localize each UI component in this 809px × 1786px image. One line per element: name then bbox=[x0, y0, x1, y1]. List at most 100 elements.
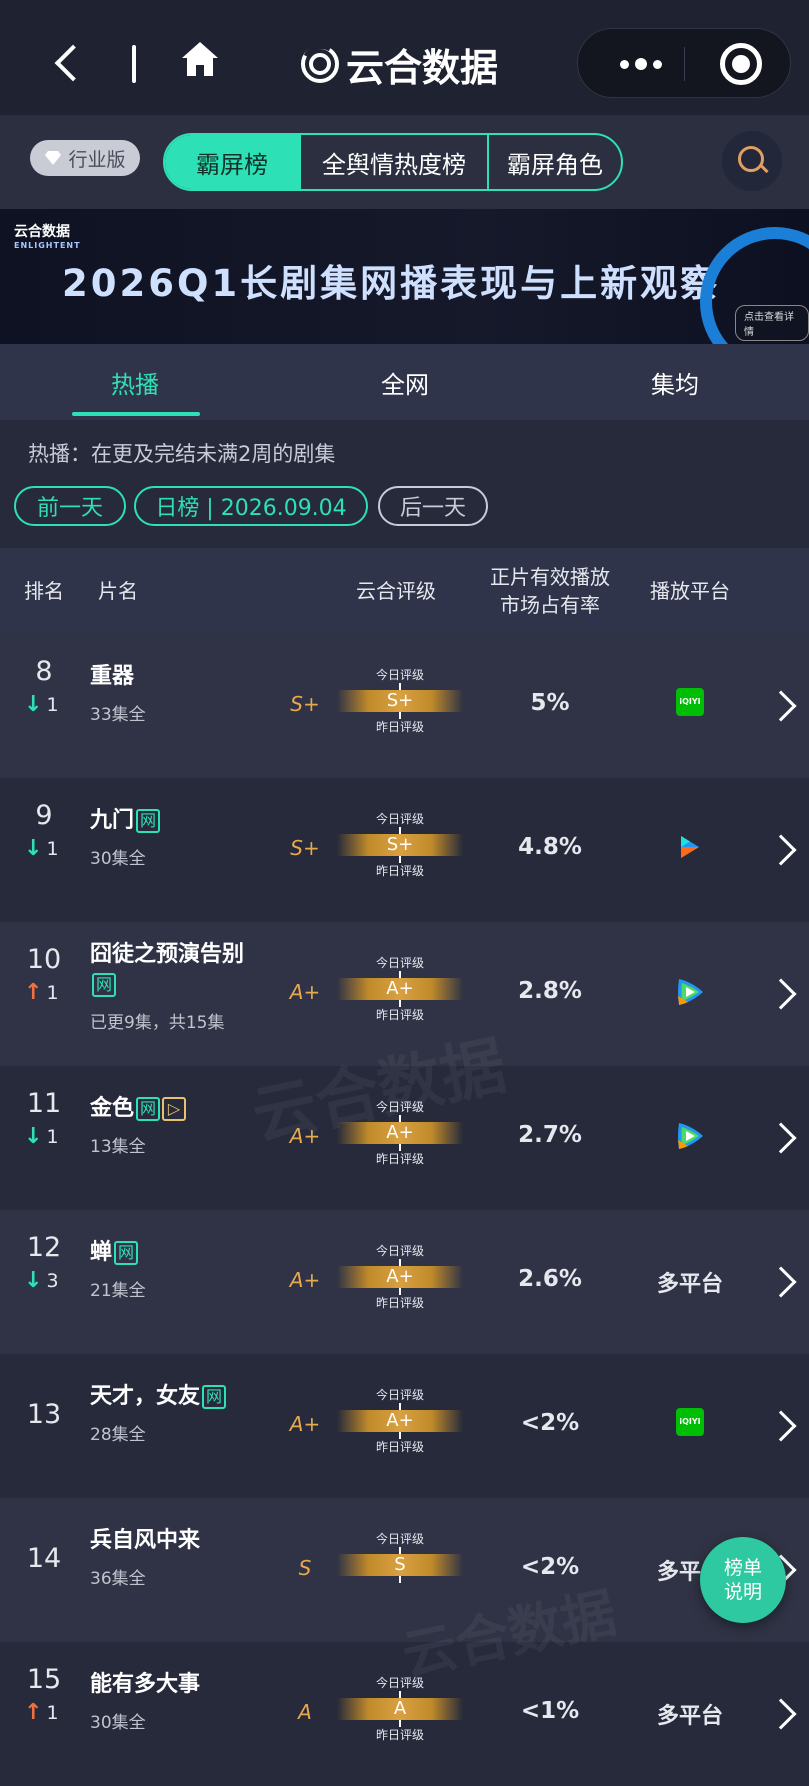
prev-day-button[interactable]: 前一天 bbox=[14, 486, 126, 526]
banner-title: 2026Q1长剧集网播表现与上新观察 bbox=[62, 262, 721, 305]
drama-title[interactable]: 金色网 ▷ bbox=[90, 1094, 275, 1124]
chevron-right-icon[interactable] bbox=[765, 1698, 797, 1730]
today-grade-label: 今日评级 bbox=[375, 812, 424, 826]
ranking-segmented-control: 霸屏榜 全舆情热度榜 霸屏角色 bbox=[163, 133, 623, 191]
rank-change-value: 1 bbox=[46, 1125, 59, 1148]
banner-logo: 云合数据 ENLIGHTENT bbox=[14, 224, 81, 250]
table-row[interactable]: 13 天才，女友网 28集全 A+ 今日评级 A+ 昨日评级 <2% iQIYI bbox=[0, 1354, 809, 1498]
header-platform: 播放平台 bbox=[650, 579, 730, 603]
grade-bar-value: A+ bbox=[337, 1266, 463, 1288]
web-drama-badge: 网 bbox=[136, 809, 161, 833]
market-share: 2.6% bbox=[518, 1266, 582, 1292]
arrow-up-icon: ↑ bbox=[24, 980, 43, 1005]
grade-bar-value: A+ bbox=[337, 1410, 463, 1432]
grade-label: S+ bbox=[290, 692, 320, 716]
episode-info: 33集全 bbox=[90, 705, 146, 725]
ranking-type-bar: 行业版 霸屏榜 全舆情热度榜 霸屏角色 bbox=[0, 115, 809, 209]
drama-title[interactable]: 重器 bbox=[90, 662, 275, 692]
industry-edition-badge[interactable]: 行业版 bbox=[30, 140, 140, 176]
title-cell: 蝉网 21集全 bbox=[90, 1238, 275, 1301]
ranking-description: 热播：在更及完结未满2周的剧集 bbox=[28, 442, 336, 466]
episode-info: 28集全 bbox=[90, 1425, 146, 1445]
yesterday-grade-label: 昨日评级 bbox=[375, 1440, 424, 1454]
chevron-right-icon[interactable] bbox=[765, 1266, 797, 1298]
home-icon[interactable] bbox=[180, 40, 230, 88]
grade-bar-value: A+ bbox=[337, 978, 463, 1000]
arrow-down-icon: ↓ bbox=[24, 1124, 43, 1149]
table-row[interactable]: 15 ↑ 1 能有多大事 30集全 A 今日评级 A 昨日评级 <1% 多平台 bbox=[0, 1642, 809, 1786]
table-row[interactable]: 14 兵自风中来 36集全 S 今日评级 S <2% 多平台 bbox=[0, 1498, 809, 1642]
rank-change-value: 1 bbox=[46, 1701, 59, 1724]
title-cell: 金色网 ▷ 13集全 bbox=[90, 1094, 275, 1157]
drama-title-text: 天才，女友 bbox=[90, 1384, 201, 1409]
rank-change: ↓ 3 bbox=[24, 1268, 74, 1293]
table-row[interactable]: 9 ↓ 1 九门网 30集全 S+ 今日评级 S+ 昨日评级 4.8% bbox=[0, 778, 809, 922]
table-row[interactable]: 8 ↓ 1 重器 33集全 S+ 今日评级 S+ 昨日评级 5% iQIYI bbox=[0, 634, 809, 778]
chevron-right-icon[interactable] bbox=[765, 978, 797, 1010]
rank-number: 9 bbox=[35, 800, 53, 831]
chevron-right-icon[interactable] bbox=[765, 1410, 797, 1442]
drama-title[interactable]: 兵自风中来 bbox=[90, 1526, 275, 1556]
market-share: <1% bbox=[520, 1698, 580, 1724]
drama-title[interactable]: 囧徒之预演告别网 bbox=[90, 940, 275, 1000]
market-share: 2.7% bbox=[518, 1122, 582, 1148]
drama-title-text: 兵自风中来 bbox=[90, 1528, 201, 1553]
platform-cell: iQIYI bbox=[640, 688, 740, 716]
yunhe-logo-icon bbox=[301, 44, 339, 83]
table-row[interactable]: 11 ↓ 1 金色网 ▷ 13集全 A+ 今日评级 A+ 昨日评级 2.7% bbox=[0, 1066, 809, 1210]
episode-info: 30集全 bbox=[90, 849, 146, 869]
tab-quanwang[interactable]: 全网 bbox=[270, 344, 540, 420]
platform-cell bbox=[640, 1120, 740, 1152]
episode-info: 21集全 bbox=[90, 1281, 146, 1301]
date-picker[interactable]: 日榜 | 2026.09.04 bbox=[134, 486, 368, 526]
table-row[interactable]: 12 ↓ 3 蝉网 21集全 A+ 今日评级 A+ 昨日评级 2.6% 多平台 bbox=[0, 1210, 809, 1354]
yesterday-grade-label: 昨日评级 bbox=[375, 1008, 424, 1022]
rank-change-value: 1 bbox=[46, 837, 59, 860]
rank-number: 11 bbox=[26, 1088, 62, 1119]
platform-cell: 多平台 bbox=[640, 1698, 740, 1730]
grade-label: A bbox=[298, 1700, 312, 1724]
chevron-right-icon[interactable] bbox=[765, 1122, 797, 1154]
drama-title[interactable]: 蝉网 bbox=[90, 1238, 275, 1268]
search-icon[interactable] bbox=[722, 131, 782, 191]
rank-number: 14 bbox=[26, 1543, 62, 1574]
rank-change: ↓ 1 bbox=[24, 1124, 74, 1149]
ranking-explanation-button[interactable]: 榜单 说明 bbox=[700, 1537, 786, 1623]
header-title: 片名 bbox=[98, 579, 138, 603]
app-title: 云合数据 bbox=[300, 36, 498, 92]
nav-bar: 云合数据 bbox=[0, 0, 809, 115]
banner-cta-button[interactable]: 点击查看详情 bbox=[735, 305, 809, 341]
web-drama-badge: 网 bbox=[92, 973, 116, 997]
play-badge-icon: ▷ bbox=[162, 1097, 187, 1121]
platform-text: 多平台 bbox=[656, 1272, 723, 1297]
chevron-right-icon[interactable] bbox=[765, 690, 797, 722]
platform-cell: iQIYI bbox=[640, 1408, 740, 1436]
segment-quanyuqing[interactable]: 全舆情热度榜 bbox=[299, 135, 487, 189]
grade-bar: 今日评级 A+ 昨日评级 bbox=[333, 954, 467, 1032]
chevron-right-icon[interactable] bbox=[765, 834, 797, 866]
more-icon[interactable] bbox=[606, 29, 676, 99]
segment-bapingbang[interactable]: 霸屏榜 bbox=[165, 135, 299, 189]
title-cell: 囧徒之预演告别网已更9集，共15集 bbox=[90, 940, 275, 1033]
rank-change-value: 1 bbox=[46, 693, 59, 716]
drama-title-text: 九门 bbox=[90, 808, 135, 833]
tab-jijun[interactable]: 集均 bbox=[540, 344, 809, 420]
close-miniprogram-icon[interactable] bbox=[720, 43, 762, 85]
drama-title-text: 囧徒之预演告别 bbox=[90, 942, 245, 967]
back-button[interactable] bbox=[48, 38, 88, 88]
drama-title-text: 重器 bbox=[90, 664, 135, 689]
grade-bar-value: S+ bbox=[337, 690, 463, 712]
tencent-video-icon bbox=[674, 976, 706, 1008]
drama-title[interactable]: 能有多大事 bbox=[90, 1670, 275, 1700]
tab-rebo[interactable]: 热播 bbox=[0, 344, 270, 420]
table-row[interactable]: 10 ↑ 1 囧徒之预演告别网已更9集，共15集 A+ 今日评级 A+ 昨日评级 2.8% bbox=[0, 922, 809, 1066]
drama-title[interactable]: 九门网 bbox=[90, 806, 275, 836]
platform-text: 多平台 bbox=[656, 1704, 723, 1729]
platform-cell bbox=[640, 976, 740, 1008]
grade-bar-value: S bbox=[337, 1554, 463, 1576]
rank-change-value: 1 bbox=[46, 981, 59, 1004]
promo-banner[interactable]: 云合数据 ENLIGHTENT 2026Q1长剧集网播表现与上新观察 点击查看详… bbox=[0, 209, 809, 344]
segment-bapingjuese[interactable]: 霸屏角色 bbox=[487, 135, 621, 189]
next-day-button[interactable]: 后一天 bbox=[378, 486, 488, 526]
drama-title[interactable]: 天才，女友网 bbox=[90, 1382, 275, 1412]
